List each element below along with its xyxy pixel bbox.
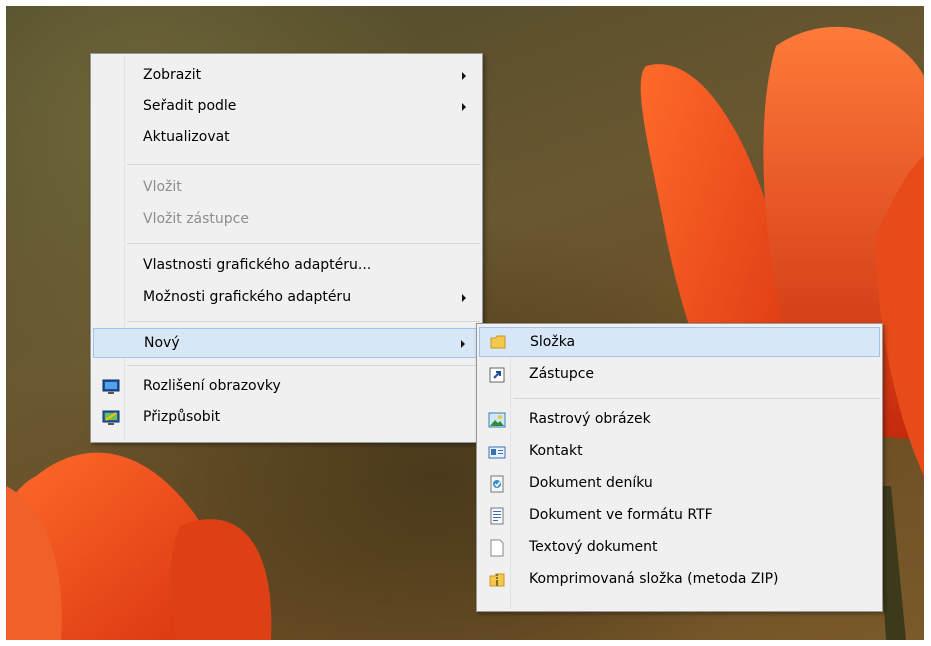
submenu-item-label: Rastrový obrázek xyxy=(529,411,651,427)
menu-item-view[interactable]: Zobrazit xyxy=(93,62,480,90)
menu-item-label: Vlastnosti grafického adaptéru... xyxy=(143,257,372,273)
menu-item-personalize[interactable]: Přizpůsobit xyxy=(93,404,480,432)
submenu-item-label: Dokument ve formátu RTF xyxy=(529,507,713,523)
desktop-context-menu: Zobrazit Seřadit podle Aktualizovat Vlož… xyxy=(90,53,483,443)
menu-item-paste-shortcut[interactable]: Vložit zástupce xyxy=(93,206,480,234)
folder-icon xyxy=(490,335,506,349)
contact-icon xyxy=(488,446,506,459)
submenu-item-label: Textový dokument xyxy=(529,539,658,555)
submenu-item-label: Komprimovaná složka (metoda ZIP) xyxy=(529,571,779,587)
submenu-item-rtf-document[interactable]: Dokument ve formátu RTF xyxy=(479,502,880,530)
submenu-item-folder[interactable]: Složka xyxy=(479,327,880,357)
menu-item-label: Možnosti grafického adaptéru xyxy=(143,289,352,305)
submenu-item-bitmap-image[interactable]: Rastrový obrázek xyxy=(479,406,880,434)
menu-item-paste[interactable]: Vložit xyxy=(93,174,480,202)
submenu-arrow-icon xyxy=(462,294,466,302)
personalize-icon xyxy=(102,410,120,425)
display-icon xyxy=(102,379,120,394)
menu-separator xyxy=(513,398,880,399)
submenu-arrow-icon xyxy=(462,72,466,80)
text-document-icon xyxy=(490,539,504,557)
submenu-item-text-document[interactable]: Textový dokument xyxy=(479,534,880,562)
submenu-arrow-icon xyxy=(462,103,466,111)
zip-folder-icon xyxy=(489,573,505,587)
menu-separator xyxy=(127,164,480,165)
menu-separator xyxy=(127,243,480,244)
menu-item-label: Seřadit podle xyxy=(143,98,237,114)
menu-item-label: Vložit xyxy=(143,179,182,195)
menu-item-new[interactable]: Nový xyxy=(93,328,480,358)
menu-item-graphics-options[interactable]: Možnosti grafického adaptéru xyxy=(93,284,480,312)
submenu-item-label: Složka xyxy=(530,334,576,350)
menu-item-label: Rozlišení obrazovky xyxy=(143,378,281,394)
submenu-item-zip-folder[interactable]: Komprimovaná složka (metoda ZIP) xyxy=(479,566,880,594)
menu-item-screen-resolution[interactable]: Rozlišení obrazovky xyxy=(93,373,480,401)
menu-item-label: Přizpůsobit xyxy=(143,409,221,425)
submenu-item-contact[interactable]: Kontakt xyxy=(479,438,880,466)
journal-document-icon xyxy=(490,475,504,493)
submenu-item-label: Zástupce xyxy=(529,366,595,382)
submenu-item-shortcut[interactable]: Zástupce xyxy=(479,361,880,389)
menu-item-label: Zobrazit xyxy=(143,67,202,83)
rtf-document-icon xyxy=(490,507,504,525)
menu-separator xyxy=(127,365,480,366)
new-submenu: Složka Zástupce Rastrový obrázek Kontakt… xyxy=(476,323,883,612)
menu-item-label: Vložit zástupce xyxy=(143,211,249,227)
menu-item-refresh[interactable]: Aktualizovat xyxy=(93,124,480,152)
menu-item-label: Nový xyxy=(144,335,180,351)
bitmap-image-icon xyxy=(488,412,506,428)
shortcut-icon xyxy=(489,367,505,383)
desktop-background[interactable]: Zobrazit Seřadit podle Aktualizovat Vlož… xyxy=(6,6,924,640)
submenu-item-journal-document[interactable]: Dokument deníku xyxy=(479,470,880,498)
menu-item-label: Aktualizovat xyxy=(143,129,230,145)
menu-separator xyxy=(127,321,480,322)
menu-item-graphics-properties[interactable]: Vlastnosti grafického adaptéru... xyxy=(93,252,480,280)
submenu-item-label: Dokument deníku xyxy=(529,475,653,491)
submenu-arrow-icon xyxy=(461,340,465,348)
submenu-item-label: Kontakt xyxy=(529,443,583,459)
menu-item-sort-by[interactable]: Seřadit podle xyxy=(93,93,480,121)
